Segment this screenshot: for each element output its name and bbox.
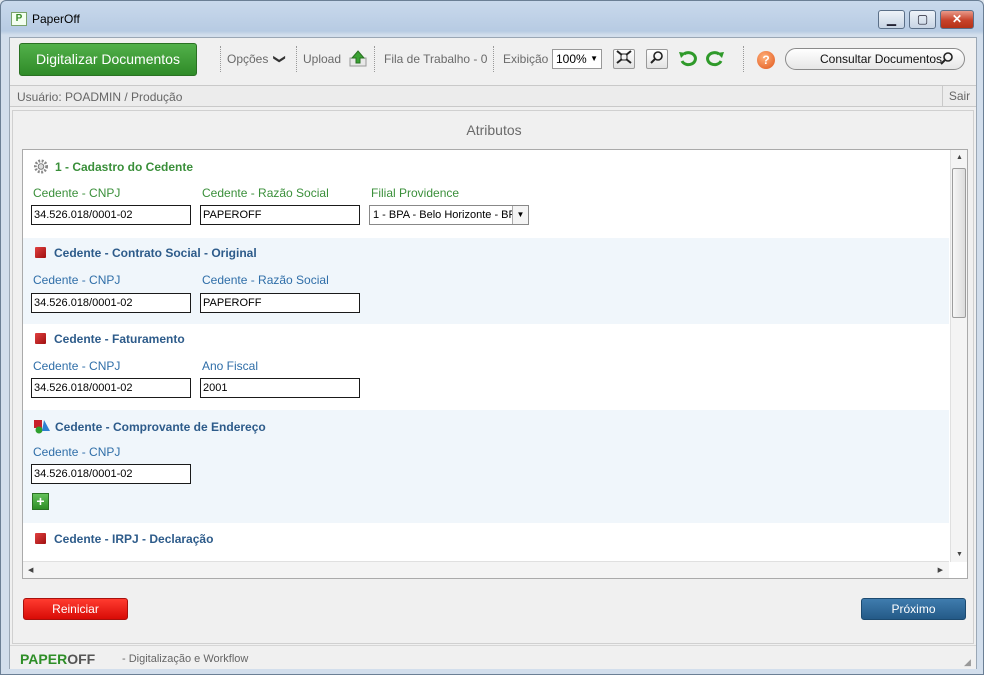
app-logo-icon: P [11,12,27,26]
brand-paper: PAPER [20,651,68,667]
view-label: Exibição [503,52,549,66]
toolbar-separator [296,46,297,72]
section-header: Cedente - IRPJ - Declaração [33,532,213,546]
brand-off: OFF [67,651,96,667]
help-icon[interactable]: ? [757,51,775,69]
search-icon [940,49,954,69]
footer-tagline: - Digitalização e Workflow [122,653,249,665]
field-label: Cedente - Razão Social [202,186,329,200]
shapes-icon [33,418,50,434]
section-title: Cedente - Comprovante de Endereço [55,420,266,434]
toolbar: Digitalizar Documentos Opções ❯ Upload F… [10,38,976,84]
company-name-input[interactable]: PAPEROFF [200,205,360,225]
close-button[interactable]: ✕ [940,10,974,29]
section-comprovante-endereco: Cedente - Comprovante de Endereço Cedent… [23,410,949,523]
field-label: Cedente - CNPJ [33,273,121,287]
chevron-down-icon[interactable]: ❯ [273,54,287,64]
section-title: 1 - Cadastro do Cedente [55,160,194,174]
branch-select[interactable]: 1 - BPA - Belo Horizonte - BP ▼ [369,205,529,225]
status-footer: PAPEROFF - Digitalização e Workflow ◢ [10,645,976,669]
magnifier-icon[interactable] [646,49,668,69]
section-header: Cedente - Contrato Social - Original [33,246,257,260]
resize-grip-icon[interactable]: ◢ [964,657,974,667]
attributes-panel: Atributos 1 - Cadastro do Cedente Cedent… [12,110,974,644]
field-label: Cedente - Razão Social [202,273,329,287]
toolbar-separator [493,46,494,72]
section-title: Cedente - IRPJ - Declaração [54,532,214,546]
field-label: Filial Providence [371,186,460,200]
upload-icon[interactable] [347,49,369,69]
add-button[interactable]: + [32,493,49,510]
consult-documents-button[interactable]: Consultar Documentos [785,48,965,70]
logout-button[interactable]: Sair [942,86,976,106]
scroll-right-icon[interactable]: ▶ [938,566,943,574]
client-area: Digitalizar Documentos Opções ❯ Upload F… [9,37,977,669]
next-button[interactable]: Próximo [861,598,966,620]
zoom-select[interactable]: 100% ▼ [552,49,602,69]
page-title: Atributos [466,122,522,138]
cnpj-input[interactable]: 34.526.018/0001-02 [31,293,191,313]
scroll-left-icon[interactable]: ◀ [28,566,33,574]
app-window: P PaperOff ▁ ▢ ✕ Digitalizar Documentos … [0,0,984,675]
footer-logo: PAPEROFF [20,651,95,667]
rotate-right-icon[interactable] [704,49,726,69]
queue-status[interactable]: Fila de Trabalho - 0 [384,52,487,66]
gear-icon [33,159,49,174]
document-cube-icon [35,533,46,544]
scroll-up-icon[interactable]: ▲ [956,154,963,161]
section-header: 1 - Cadastro do Cedente [33,159,193,174]
field-label: Cedente - CNPJ [33,186,121,200]
toolbar-separator [743,46,744,72]
cnpj-input[interactable]: 34.526.018/0001-02 [31,205,191,225]
digitalize-button[interactable]: Digitalizar Documentos [19,43,197,76]
fit-screen-icon[interactable] [613,49,635,69]
user-info: Usuário: POADMIN / Produção [17,90,183,104]
toolbar-separator [220,46,221,72]
attributes-form: 1 - Cadastro do Cedente Cedente - CNPJ 3… [22,149,968,579]
branch-value: 1 - BPA - Belo Horizonte - BP [373,209,516,221]
field-label: Ano Fiscal [202,359,259,373]
upload-label[interactable]: Upload [303,52,341,66]
chevron-down-icon: ▼ [512,206,528,224]
zoom-value: 100% [556,52,587,66]
vertical-scrollbar[interactable]: ▲ ▼ [950,150,967,562]
document-cube-icon [35,247,46,258]
horizontal-scrollbar[interactable]: ◀ ▶ [23,561,949,578]
scroll-down-icon[interactable]: ▼ [956,551,963,558]
user-bar: Usuário: POADMIN / Produção Sair [10,85,976,107]
section-title: Cedente - Contrato Social - Original [54,246,257,260]
rotate-left-icon[interactable] [677,49,699,69]
field-label: Cedente - CNPJ [33,445,121,459]
window-title: PaperOff [32,12,80,26]
consult-label: Consultar Documentos [820,52,943,66]
toolbar-separator [374,46,375,72]
section-header: Cedente - Comprovante de Endereço [33,418,266,434]
field-label: Cedente - CNPJ [33,359,121,373]
section-faturamento: Cedente - Faturamento Cedente - CNPJ 34.… [23,324,949,410]
company-name-input[interactable]: PAPEROFF [200,293,360,313]
section-irpj-declaracao: Cedente - IRPJ - Declaração [23,523,949,563]
minimize-button[interactable]: ▁ [878,10,905,29]
options-menu[interactable]: Opções [227,52,268,66]
section-header: Cedente - Faturamento [33,332,185,346]
scroll-thumb[interactable] [952,168,966,318]
cnpj-input[interactable]: 34.526.018/0001-02 [31,464,191,484]
document-cube-icon [35,333,46,344]
section-cadastro-cedente: 1 - Cadastro do Cedente Cedente - CNPJ 3… [23,150,949,238]
cnpj-input[interactable]: 34.526.018/0001-02 [31,378,191,398]
chevron-down-icon: ▼ [590,54,598,63]
maximize-button[interactable]: ▢ [909,10,936,29]
section-title: Cedente - Faturamento [54,332,185,346]
fiscal-year-input[interactable]: 2001 [200,378,360,398]
reset-button[interactable]: Reiniciar [23,598,128,620]
section-contrato-social: Cedente - Contrato Social - Original Ced… [23,238,949,324]
title-bar: P PaperOff ▁ ▢ ✕ [1,1,983,37]
